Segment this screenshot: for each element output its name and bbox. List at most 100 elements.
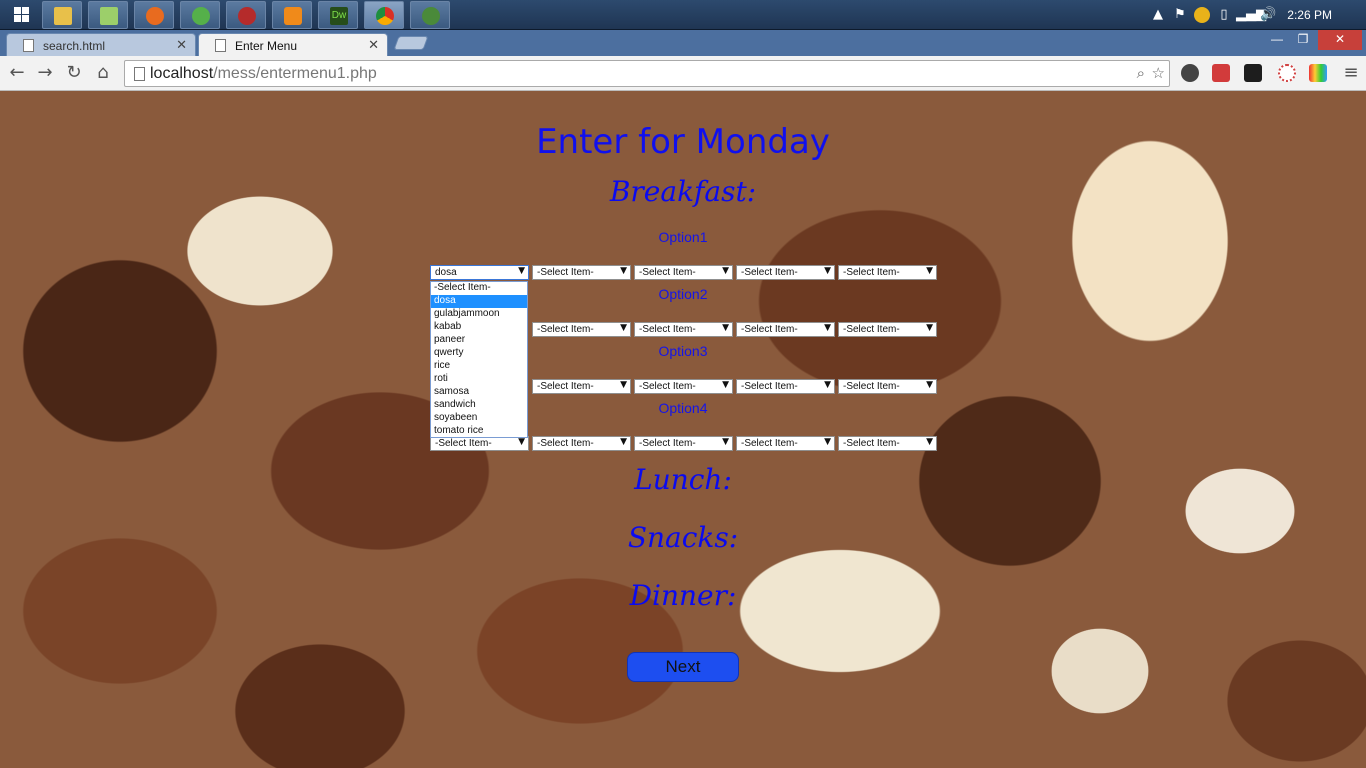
battery-icon[interactable]: ▯ (1216, 7, 1232, 23)
home-icon[interactable]: ⌂ (92, 62, 114, 84)
option1-select-5[interactable]: -Select Item- ▼ (838, 265, 937, 280)
pocket-icon[interactable] (1212, 64, 1230, 82)
zoom-search-icon[interactable]: ⌕ (1137, 64, 1145, 82)
option3-select-5[interactable]: -Select Item- ▼ (838, 379, 937, 394)
dropdown-option[interactable]: rice (431, 360, 527, 373)
option3-select-2[interactable]: -Select Item- ▼ (532, 379, 631, 394)
dropdown-arrow-icon: ▼ (722, 323, 729, 333)
dropdown-arrow-icon: ▼ (824, 323, 831, 333)
restore-icon[interactable]: ❐ (1290, 30, 1316, 50)
dropdown-option[interactable]: -Select Item- (431, 282, 527, 295)
browser-toolbar: ← → ↻ ⌂ localhost/mess/entermenu1.php ⌕ … (0, 56, 1366, 91)
network-app-icon[interactable] (410, 1, 450, 29)
url-text[interactable]: localhost/mess/entermenu1.php (150, 65, 377, 83)
breakfast-heading: Breakfast: (609, 175, 757, 208)
windows-start-button[interactable] (4, 3, 36, 27)
close-window-icon[interactable]: ✕ (1318, 30, 1362, 50)
dropdown-arrow-icon: ▼ (518, 266, 525, 276)
tab-label: Enter Menu (235, 39, 298, 53)
dropdown-option-selected[interactable]: dosa (431, 295, 527, 308)
dropdown-arrow-icon: ▼ (620, 380, 627, 390)
option3-label: Option3 (658, 343, 708, 359)
tab-strip: search.html ✕ Enter Menu ✕ (0, 30, 1366, 56)
minimize-icon[interactable]: — (1264, 30, 1290, 50)
document-icon (23, 39, 34, 52)
dropdown-arrow-icon: ▼ (620, 266, 627, 276)
media-player-icon[interactable] (272, 1, 312, 29)
new-tab-button[interactable] (393, 36, 429, 50)
clock[interactable]: 2:26 PM (1287, 8, 1332, 22)
dropdown-arrow-icon: ▼ (824, 380, 831, 390)
option1-select-2[interactable]: -Select Item- ▼ (532, 265, 631, 280)
extension-tv-icon[interactable] (1309, 64, 1327, 82)
option3-select-4[interactable]: -Select Item- ▼ (736, 379, 835, 394)
bug-app-icon[interactable] (226, 1, 266, 29)
option3-select-3[interactable]: -Select Item- ▼ (634, 379, 733, 394)
signal-icon[interactable]: ▂▄▆ (1236, 7, 1266, 23)
option2-select-3[interactable]: -Select Item- ▼ (634, 322, 733, 337)
close-tab-icon[interactable]: ✕ (176, 37, 187, 53)
dreamweaver-icon[interactable]: Dw (318, 1, 358, 29)
tab-search[interactable]: search.html ✕ (6, 33, 196, 56)
dropdown-option[interactable]: qwerty (431, 347, 527, 360)
option4-select-1[interactable]: -Select Item- ▼ (430, 436, 529, 451)
dropdown-option[interactable]: tomato rice (431, 425, 527, 438)
option4-label: Option4 (658, 400, 708, 416)
checkmark-extension-icon[interactable] (1244, 64, 1262, 82)
address-bar[interactable]: localhost/mess/entermenu1.php ⌕ ☆ (124, 60, 1170, 87)
reload-icon[interactable]: ↻ (63, 62, 85, 84)
dropdown-option[interactable]: sandwich (431, 399, 527, 412)
firefox-icon[interactable] (134, 1, 174, 29)
option1-select-4[interactable]: -Select Item- ▼ (736, 265, 835, 280)
option1-dropdown-list[interactable]: -Select Item- dosa gulabjammoon kabab pa… (430, 281, 528, 438)
option4-select-3[interactable]: -Select Item- ▼ (634, 436, 733, 451)
globe-app-icon[interactable] (180, 1, 220, 29)
dropdown-arrow-icon: ▼ (722, 437, 729, 447)
dropdown-option[interactable]: kabab (431, 321, 527, 334)
snacks-heading: Snacks: (627, 521, 739, 554)
dropdown-arrow-icon: ▼ (518, 437, 525, 447)
option2-select-2[interactable]: -Select Item- ▼ (532, 322, 631, 337)
option1-label: Option1 (658, 229, 708, 245)
option4-select-5[interactable]: -Select Item- ▼ (838, 436, 937, 451)
action-center-flag-icon[interactable]: ⚑ (1172, 7, 1188, 23)
document-icon (215, 39, 226, 52)
dropdown-option[interactable]: soyabeen (431, 412, 527, 425)
next-button[interactable]: Next (627, 652, 739, 682)
page-info-icon[interactable] (134, 67, 145, 81)
dropdown-option[interactable]: roti (431, 373, 527, 386)
tab-enter-menu[interactable]: Enter Menu ✕ (198, 33, 388, 56)
chrome-menu-icon[interactable]: ≡ (1340, 62, 1362, 84)
option2-select-5[interactable]: -Select Item- ▼ (838, 322, 937, 337)
close-tab-icon[interactable]: ✕ (368, 37, 379, 53)
bookmark-star-icon[interactable]: ☆ (1152, 64, 1165, 82)
forward-icon[interactable]: → (34, 62, 56, 84)
taskbar: Dw ▲ ⚑ ▯ ▂▄▆ 🔊 2:26 PM (0, 0, 1366, 30)
option1-select-1[interactable]: dosa ▼ (430, 265, 529, 280)
volume-icon[interactable]: 🔊 (1260, 7, 1276, 23)
extension-circle-icon[interactable] (1181, 64, 1199, 82)
option4-select-4[interactable]: -Select Item- ▼ (736, 436, 835, 451)
dropdown-option[interactable]: paneer (431, 334, 527, 347)
page-content: Enter for Monday Breakfast: Option1 dosa… (0, 91, 1366, 768)
dropdown-arrow-icon: ▼ (824, 437, 831, 447)
dropdown-arrow-icon: ▼ (620, 323, 627, 333)
dinner-heading: Dinner: (629, 579, 737, 612)
dropdown-option[interactable]: samosa (431, 386, 527, 399)
option2-select-4[interactable]: -Select Item- ▼ (736, 322, 835, 337)
dropdown-arrow-icon: ▼ (722, 380, 729, 390)
lunch-heading: Lunch: (634, 463, 732, 496)
tray-expand-icon[interactable]: ▲ (1150, 7, 1166, 23)
option4-select-2[interactable]: -Select Item- ▼ (532, 436, 631, 451)
tray-app-icon[interactable] (1194, 7, 1210, 23)
dropdown-arrow-icon: ▼ (620, 437, 627, 447)
chrome-icon[interactable] (364, 1, 404, 29)
libraries-icon[interactable] (88, 1, 128, 29)
dropdown-arrow-icon: ▼ (824, 266, 831, 276)
dropdown-option[interactable]: gulabjammoon (431, 308, 527, 321)
tab-label: search.html (43, 39, 106, 53)
extension-flower-icon[interactable] (1278, 64, 1296, 82)
file-explorer-icon[interactable] (42, 1, 82, 29)
option1-select-3[interactable]: -Select Item- ▼ (634, 265, 733, 280)
back-icon[interactable]: ← (6, 62, 28, 84)
